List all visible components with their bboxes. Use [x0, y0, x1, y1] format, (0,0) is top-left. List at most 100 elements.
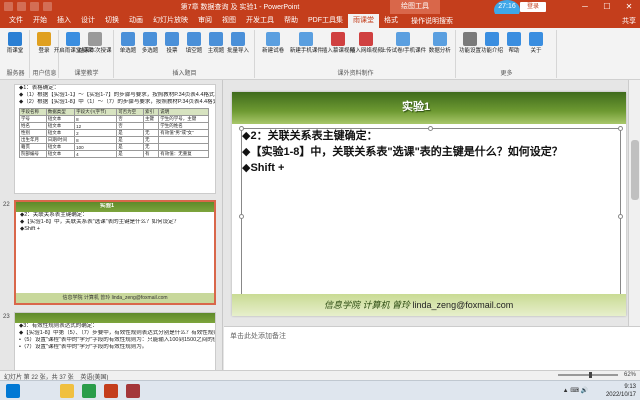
slide-title[interactable]: 实验1	[402, 98, 430, 114]
title-bar: 第7章 数据查询 及 实验1 - PowerPoint 绘图工具 27:16 登…	[0, 0, 640, 20]
insert-web-video-button[interactable]: 插入网络视频	[350, 32, 383, 54]
group-more: 功能设置 功能介绍 帮助 关于 更多	[457, 30, 557, 78]
info-icon	[485, 32, 499, 46]
maximize-icon[interactable]: ☐	[596, 0, 618, 14]
tab-home[interactable]: 开始	[28, 14, 52, 28]
zoom-slider-knob[interactable]	[589, 372, 593, 378]
feature-intro-button[interactable]: 功能介绍	[481, 32, 503, 54]
tab-transitions[interactable]: 切换	[100, 14, 124, 28]
scrollbar-thumb[interactable]	[631, 140, 639, 200]
slide-thumbnail-23[interactable]: ◆3：有效性规则表达式的确定： ◆【实验1-8】中第（5）、（7）步要中，有效性…	[14, 312, 216, 370]
multi-choice-icon	[143, 32, 157, 46]
vote-icon	[165, 32, 179, 46]
tab-rain-classroom[interactable]: 雨课堂	[348, 14, 379, 28]
web-video-icon	[359, 32, 374, 46]
gear-icon	[463, 32, 477, 46]
thumbnail-header-band	[15, 313, 215, 323]
share-button[interactable]: 共享	[622, 16, 636, 26]
system-tray-icons[interactable]: ▲ ⌨ 🔊	[563, 387, 588, 394]
minimize-icon[interactable]: ─	[574, 0, 596, 14]
import-icon	[231, 32, 245, 46]
undo-icon[interactable]	[17, 2, 26, 11]
chart-icon	[432, 32, 447, 46]
resize-handle[interactable]	[239, 126, 244, 131]
slide-thumbnail-panel[interactable]: ◆1：表格确定： ◆（1）根据【实验1-1】～【实验1-7】的步骤与要求，按照教…	[0, 80, 223, 370]
tab-file[interactable]: 文件	[4, 14, 28, 28]
file-explorer-icon[interactable]	[60, 384, 74, 398]
present-icon[interactable]	[43, 2, 52, 11]
resize-handle[interactable]	[428, 126, 433, 131]
insert-mooc-video-button[interactable]: 插入慕课视频	[322, 32, 355, 54]
vertical-scrollbar[interactable]	[628, 80, 640, 326]
tab-slideshow[interactable]: 幻灯片放映	[148, 14, 193, 28]
video-icon	[331, 32, 346, 46]
browser-icon[interactable]	[82, 384, 96, 398]
tab-developer[interactable]: 开发工具	[241, 14, 279, 28]
zoom-slider[interactable]	[557, 372, 618, 378]
close-icon[interactable]: ✕	[618, 0, 640, 14]
about-button[interactable]: 关于	[526, 32, 546, 54]
vote-button[interactable]: 投票	[162, 32, 182, 54]
thumbnail-table: 字段名称 数据类型 字段大小(字节) 可否为空 索引 说明 学号 短文本 8 否主键 学生的学号，…	[19, 108, 209, 158]
access-icon[interactable]	[126, 384, 140, 398]
feature-settings-button[interactable]: 功能设置	[459, 32, 481, 54]
current-slide[interactable]: 实验1 ◆2：关联关系表主键确定： ◆【实验1-8】中，关联关系表"选课"表的主…	[232, 92, 626, 316]
end-class-button[interactable]: 结束本次授课	[79, 32, 112, 54]
login-button[interactable]: 登录	[520, 2, 546, 12]
exam-icon	[266, 32, 281, 46]
data-analysis-button[interactable]: 数据分析	[427, 32, 452, 54]
tab-pdf-tools[interactable]: PDF工具集	[303, 14, 348, 28]
notes-placeholder: 单击此处添加备注	[230, 333, 286, 340]
help-icon	[507, 32, 521, 46]
thumbnail-footer: 信息学院 计算机 曾玲 linda_zeng@foxmail.com	[16, 293, 214, 303]
powerpoint-icon[interactable]	[104, 384, 118, 398]
resize-handle[interactable]	[618, 214, 623, 219]
system-clock[interactable]: 9:13 2022/10/17	[606, 383, 636, 399]
slide-thumbnail-22-selected[interactable]: 实验1 ◆2：关联关系表主键确定： ◆【实验1-8】中，关联关系表"选课"表的主…	[14, 200, 216, 305]
rain-classroom-button[interactable]: 雨课堂	[5, 32, 25, 54]
user-icon	[37, 32, 51, 46]
login-ribbon-button[interactable]: 登录	[34, 32, 54, 54]
fill-blank-button[interactable]: 填空题	[184, 32, 204, 54]
tab-review[interactable]: 审阅	[193, 14, 217, 28]
resize-handle[interactable]	[618, 126, 623, 131]
batch-import-button[interactable]: 批量导入	[227, 32, 249, 54]
help-button[interactable]: 帮助	[504, 32, 524, 54]
notes-pane[interactable]: 单击此处添加备注	[224, 326, 640, 370]
slide-editing-area: 实验1 ◆2：关联关系表主键确定： ◆【实验1-8】中，关联关系表"选课"表的主…	[224, 80, 628, 326]
textbox-selection-frame[interactable]	[241, 128, 621, 306]
new-mobile-courseware-button[interactable]: 新建手机课件	[289, 32, 323, 54]
context-tab-drawing-tools: 绘图工具	[390, 0, 440, 14]
multi-choice-button[interactable]: 多选题	[140, 32, 160, 54]
tell-me-search[interactable]: 操作说明搜索	[411, 16, 453, 26]
play-icon	[66, 32, 80, 46]
zoom-level[interactable]: 62%	[624, 372, 636, 378]
stop-icon	[88, 32, 102, 46]
slide-thumbnail-21[interactable]: ◆1：表格确定： ◆（1）根据【实验1-1】～【实验1-7】的步骤与要求，按照教…	[14, 84, 216, 194]
start-icon[interactable]	[6, 384, 20, 398]
group-insert-question: 单选题 多选题 投票 填空题 主观题 批量导入 插入题目	[115, 30, 255, 78]
tab-format[interactable]: 格式	[379, 14, 403, 28]
new-exam-button[interactable]: 新建试卷	[259, 32, 287, 54]
ribbon-tabs: 文件 开始 插入 设计 切换 动画 幻灯片放映 审阅 视图 开发工具 帮助 PD…	[0, 14, 640, 28]
tab-design[interactable]: 设计	[76, 14, 100, 28]
taskbar: ▲ ⌨ 🔊 9:13 2022/10/17	[0, 380, 640, 400]
redo-icon[interactable]	[30, 2, 39, 11]
footer-email: linda_zeng@foxmail.com	[412, 300, 514, 310]
ribbon: 雨课堂 服务器 登录 用户信息 开启雨课堂授课 结束本次授课 课堂教学 单选题 …	[0, 28, 640, 80]
subjective-button[interactable]: 主观题	[206, 32, 226, 54]
tab-view[interactable]: 视图	[217, 14, 241, 28]
group-user-info: 登录 用户信息	[31, 30, 59, 78]
resize-handle[interactable]	[239, 214, 244, 219]
save-icon[interactable]	[4, 2, 13, 11]
fill-blank-icon	[187, 32, 201, 46]
slide-footer-text: 信息学院 计算机 曾玲 linda_zeng@foxmail.com	[324, 300, 514, 310]
single-choice-button[interactable]: 单选题	[118, 32, 138, 54]
window-controls: ─ ☐ ✕	[574, 0, 640, 14]
upload-icon	[396, 32, 411, 46]
tab-help[interactable]: 帮助	[279, 14, 303, 28]
tab-animations[interactable]: 动画	[124, 14, 148, 28]
upload-courseware-button[interactable]: 上传试卷/手机课件	[381, 32, 426, 54]
single-choice-icon	[121, 32, 135, 46]
tab-insert[interactable]: 插入	[52, 14, 76, 28]
